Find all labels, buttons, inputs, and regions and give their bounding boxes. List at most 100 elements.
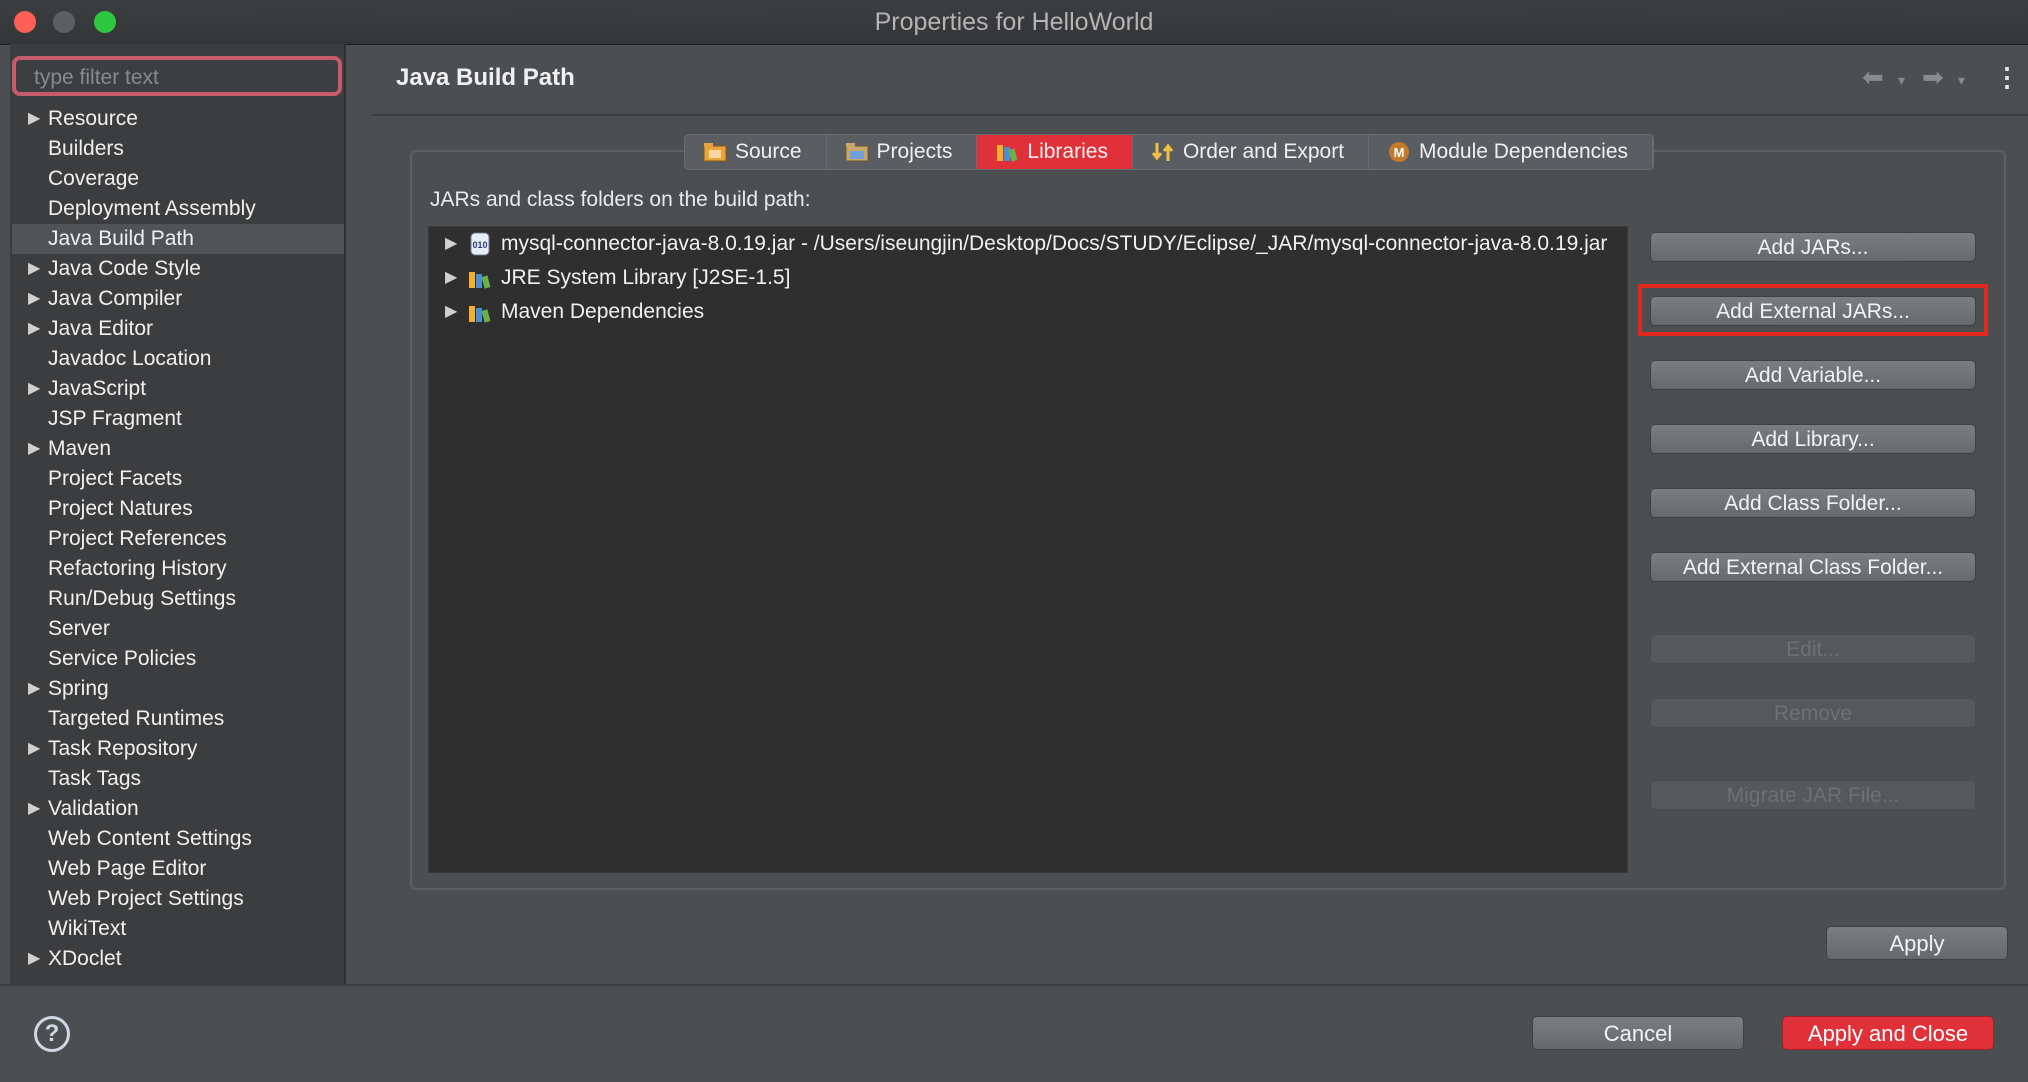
expand-arrow-icon[interactable]: ▶ xyxy=(445,227,457,261)
sidebar-item-refactoring-history[interactable]: Refactoring History xyxy=(12,554,344,584)
sidebar-item-task-repository[interactable]: ▶ Task Repository xyxy=(12,734,344,764)
help-icon[interactable]: ? xyxy=(34,1016,70,1052)
apply-button[interactable]: Apply xyxy=(1826,926,2008,960)
sidebar-item-spring[interactable]: ▶ Spring xyxy=(12,674,344,704)
sidebar-item-targeted-runtimes[interactable]: Targeted Runtimes xyxy=(12,704,344,734)
tab-bar: Source Projects Libraries Order and Expo… xyxy=(684,134,1655,170)
sidebar-item-label: Refactoring History xyxy=(48,557,227,580)
expand-arrow-icon[interactable]: ▶ xyxy=(28,104,40,134)
libraries-tree[interactable]: ▶ 010 mysql-connector-java-8.0.19.jar - … xyxy=(428,226,1628,873)
remove-button[interactable]: Remove xyxy=(1650,698,1976,728)
sidebar-item-validation[interactable]: ▶ Validation xyxy=(12,794,344,824)
sidebar-item-deployment-assembly[interactable]: Deployment Assembly xyxy=(12,194,344,224)
sidebar-item-maven[interactable]: ▶ Maven xyxy=(12,434,344,464)
sidebar-item-run-debug-settings[interactable]: Run/Debug Settings xyxy=(12,584,344,614)
sidebar-item-task-tags[interactable]: Task Tags xyxy=(12,764,344,794)
sidebar-item-java-compiler[interactable]: ▶ Java Compiler xyxy=(12,284,344,314)
sidebar-item-label: Task Repository xyxy=(48,737,198,760)
sidebar-item-web-content-settings[interactable]: Web Content Settings xyxy=(12,824,344,854)
list-item[interactable]: ▶ 010 mysql-connector-java-8.0.19.jar - … xyxy=(429,227,1627,261)
chevron-down-icon[interactable]: ▾ xyxy=(1898,72,1905,89)
jar-file-icon: 010 xyxy=(467,232,493,256)
apply-and-close-button[interactable]: Apply and Close xyxy=(1782,1016,1994,1050)
sidebar-item-service-policies[interactable]: Service Policies xyxy=(12,644,344,674)
title-bar: Properties for HelloWorld xyxy=(0,0,2028,45)
svg-text:010: 010 xyxy=(472,240,487,250)
edit-button[interactable]: Edit... xyxy=(1650,634,1976,664)
add-jars-button[interactable]: Add JARs... xyxy=(1650,232,1976,262)
sidebar-item-web-page-editor[interactable]: Web Page Editor xyxy=(12,854,344,884)
library-icon xyxy=(467,300,493,324)
sidebar-item-label: Project Facets xyxy=(48,467,183,490)
sidebar-item-web-project-settings[interactable]: Web Project Settings xyxy=(12,884,344,914)
sidebar-item-java-build-path[interactable]: Java Build Path xyxy=(12,224,344,254)
tab-module-dependencies[interactable]: M Module Dependencies xyxy=(1369,135,1654,169)
sidebar-item-project-natures[interactable]: Project Natures xyxy=(12,494,344,524)
sidebar-item-builders[interactable]: Builders xyxy=(12,134,344,164)
expand-arrow-icon[interactable]: ▶ xyxy=(28,434,40,464)
sidebar-item-label: Run/Debug Settings xyxy=(48,587,236,610)
expand-arrow-icon[interactable]: ▶ xyxy=(28,674,40,704)
sidebar-item-xdoclet[interactable]: ▶ XDoclet xyxy=(12,944,344,974)
source-folder-icon xyxy=(703,141,727,163)
sidebar-item-coverage[interactable]: Coverage xyxy=(12,164,344,194)
sidebar-item-javadoc-location[interactable]: Javadoc Location xyxy=(12,344,344,374)
sidebar-item-label: Maven xyxy=(48,437,112,460)
cancel-button[interactable]: Cancel xyxy=(1532,1016,1744,1050)
sidebar-item-java-code-style[interactable]: ▶ Java Code Style xyxy=(12,254,344,284)
expand-arrow-icon[interactable]: ▶ xyxy=(28,374,40,404)
tab-libraries[interactable]: Libraries xyxy=(977,135,1133,169)
divider xyxy=(372,114,2028,116)
add-external-class-folder-button[interactable]: Add External Class Folder... xyxy=(1650,552,1976,582)
module-icon: M xyxy=(1387,141,1411,163)
sidebar-item-label: XDoclet xyxy=(48,947,122,970)
expand-arrow-icon[interactable]: ▶ xyxy=(28,314,40,344)
sidebar-item-resource[interactable]: ▶ Resource xyxy=(12,104,344,134)
list-item[interactable]: ▶ Maven Dependencies xyxy=(429,295,1627,329)
build-path-label: JARs and class folders on the build path… xyxy=(430,188,811,211)
sidebar-item-label: Web Page Editor xyxy=(48,857,207,880)
sidebar-item-javascript[interactable]: ▶ JavaScript xyxy=(12,374,344,404)
sidebar-item-label: JSP Fragment xyxy=(48,407,182,430)
expand-arrow-icon[interactable]: ▶ xyxy=(28,794,40,824)
sidebar-item-wikitext[interactable]: WikiText xyxy=(12,914,344,944)
expand-arrow-icon[interactable]: ▶ xyxy=(28,284,40,314)
sidebar-item-label: Java Build Path xyxy=(48,227,194,250)
sidebar-item-server[interactable]: Server xyxy=(12,614,344,644)
sidebar-item-label: Targeted Runtimes xyxy=(48,707,225,730)
list-item[interactable]: ▶ JRE System Library [J2SE-1.5] xyxy=(429,261,1627,295)
forward-arrow-icon[interactable]: ➡ xyxy=(1922,62,1944,93)
tab-projects[interactable]: Projects xyxy=(827,135,978,169)
add-class-folder-button[interactable]: Add Class Folder... xyxy=(1650,488,1976,518)
back-arrow-icon[interactable]: ⬅ xyxy=(1862,62,1884,93)
sidebar-item-label: Builders xyxy=(48,137,124,160)
sidebar-item-project-references[interactable]: Project References xyxy=(12,524,344,554)
library-icon xyxy=(467,266,493,290)
sidebar-item-label: Spring xyxy=(48,677,109,700)
expand-arrow-icon[interactable]: ▶ xyxy=(445,295,457,329)
sidebar-item-label: Web Content Settings xyxy=(48,827,252,850)
sidebar-item-label: Service Policies xyxy=(48,647,197,670)
expand-arrow-icon[interactable]: ▶ xyxy=(28,944,40,974)
expand-arrow-icon[interactable]: ▶ xyxy=(28,734,40,764)
add-variable-button[interactable]: Add Variable... xyxy=(1650,360,1976,390)
sidebar-item-label: Java Editor xyxy=(48,317,154,340)
add-library-button[interactable]: Add Library... xyxy=(1650,424,1976,454)
chevron-down-icon[interactable]: ▾ xyxy=(1958,72,1965,89)
sidebar-item-label: Java Compiler xyxy=(48,287,183,310)
sidebar-item-java-editor[interactable]: ▶ Java Editor xyxy=(12,314,344,344)
tab-source[interactable]: Source xyxy=(685,135,827,169)
sidebar-item-project-facets[interactable]: Project Facets xyxy=(12,464,344,494)
expand-arrow-icon[interactable]: ▶ xyxy=(28,254,40,284)
expand-arrow-icon[interactable]: ▶ xyxy=(445,261,457,295)
sidebar-item-label: Task Tags xyxy=(48,767,141,790)
filter-input[interactable]: type filter text xyxy=(12,56,342,96)
svg-text:M: M xyxy=(1394,145,1405,160)
more-menu-icon[interactable]: ⋮ xyxy=(1994,62,2020,93)
sidebar-item-label: Project References xyxy=(48,527,227,550)
migrate-jar-file-button[interactable]: Migrate JAR File... xyxy=(1650,780,1976,810)
sidebar-item-jsp-fragment[interactable]: JSP Fragment xyxy=(12,404,344,434)
tab-order-and-export[interactable]: Order and Export xyxy=(1133,135,1370,169)
sidebar-item-label: Validation xyxy=(48,797,139,820)
sidebar-item-label: WikiText xyxy=(48,917,127,940)
